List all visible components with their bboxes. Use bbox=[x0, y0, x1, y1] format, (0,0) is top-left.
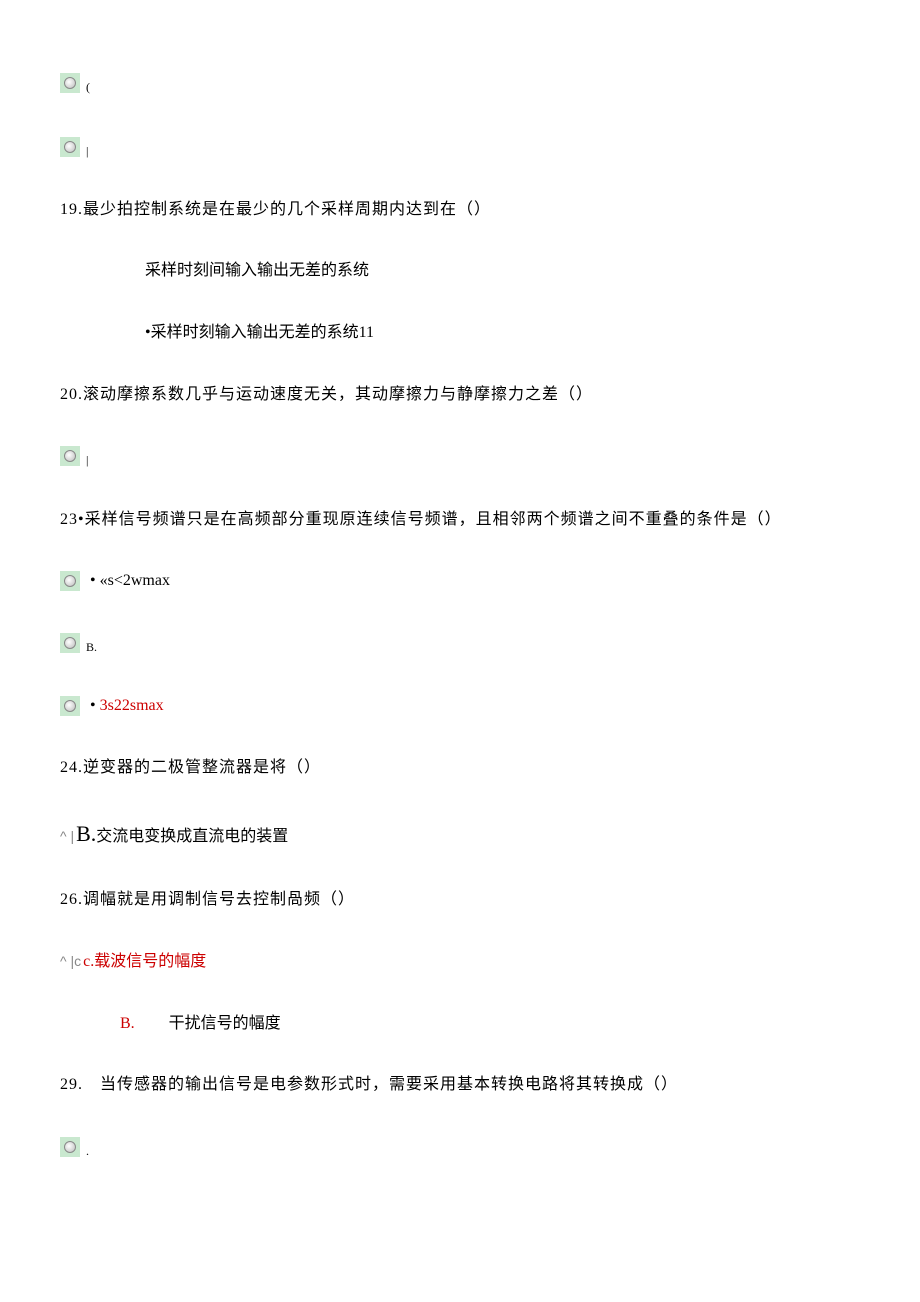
q23-option-a: •«s<2wmax bbox=[90, 572, 170, 589]
question-26: 26.调幅就是用调制信号去控制咼频（） bbox=[60, 887, 860, 913]
question-23: 23•采样信号频谱只是在高频部分重现原连续信号频谱，且相邻两个频谱之间不重叠的条… bbox=[60, 507, 860, 533]
question-20: 20.滚动摩擦系数几乎与运动速度无关，其动摩擦力与静摩擦力之差（） bbox=[60, 382, 860, 408]
q26-option-b-row: B. 干扰信号的幅度 bbox=[120, 1011, 860, 1037]
radio-icon[interactable] bbox=[60, 446, 80, 466]
q23-option-c-text: 3s22smax bbox=[100, 697, 164, 714]
q26-option-b-text: 干扰信号的幅度 bbox=[169, 1015, 281, 1032]
q24-prefix-marker: ^ | bbox=[60, 828, 74, 844]
radio-icon[interactable] bbox=[60, 696, 80, 716]
option-trail: . bbox=[86, 1144, 89, 1158]
q20-option-row: | bbox=[60, 443, 860, 470]
q23-option-b-row: B. bbox=[60, 630, 860, 657]
q26-option-a: c.载波信号的幅度 bbox=[83, 953, 206, 970]
option-row: ( bbox=[60, 70, 860, 97]
question-29: 29. 当传感器的输出信号是电参数形式时，需要采用基本转换电路将其转换成（） bbox=[60, 1072, 860, 1098]
option-trail: ( bbox=[86, 80, 90, 94]
radio-icon[interactable] bbox=[60, 571, 80, 591]
q24-answer: 交流电变换成直流电的装置 bbox=[96, 828, 288, 845]
q26-option-b-label: B. bbox=[120, 1015, 135, 1032]
q23-option-a-text: «s<2wmax bbox=[100, 572, 170, 589]
option-row: | bbox=[60, 133, 860, 160]
radio-icon[interactable] bbox=[60, 633, 80, 653]
q26-prefix-marker: ^ |c bbox=[60, 953, 81, 969]
q19-option-a: 采样时刻间输入输出无差的系统 bbox=[145, 258, 860, 284]
q26-option-a-row: ^ |cc.载波信号的幅度 bbox=[60, 949, 860, 975]
q23-option-c: •3s22smax bbox=[90, 697, 164, 714]
option-trail: | bbox=[86, 144, 88, 158]
radio-icon[interactable] bbox=[60, 73, 80, 93]
radio-icon[interactable] bbox=[60, 137, 80, 157]
q23-option-a-row: •«s<2wmax bbox=[60, 568, 860, 594]
question-24: 24.逆变器的二极管整流器是将（） bbox=[60, 755, 860, 781]
option-trail: | bbox=[86, 453, 88, 467]
q23-option-b: B. bbox=[86, 640, 97, 654]
q24-label: B. bbox=[76, 821, 96, 846]
question-19: 19.最少拍控制系统是在最少的几个采样周期内达到在（） bbox=[60, 197, 860, 223]
radio-icon[interactable] bbox=[60, 1137, 80, 1157]
q23-option-c-row: •3s22smax bbox=[60, 693, 860, 719]
q19-option-b: •采样时刻输入输出无差的系统11 bbox=[145, 320, 860, 346]
q24-answer-row: ^ |B.交流电变换成直流电的装置 bbox=[60, 816, 860, 851]
q29-option-row: . bbox=[60, 1134, 860, 1161]
